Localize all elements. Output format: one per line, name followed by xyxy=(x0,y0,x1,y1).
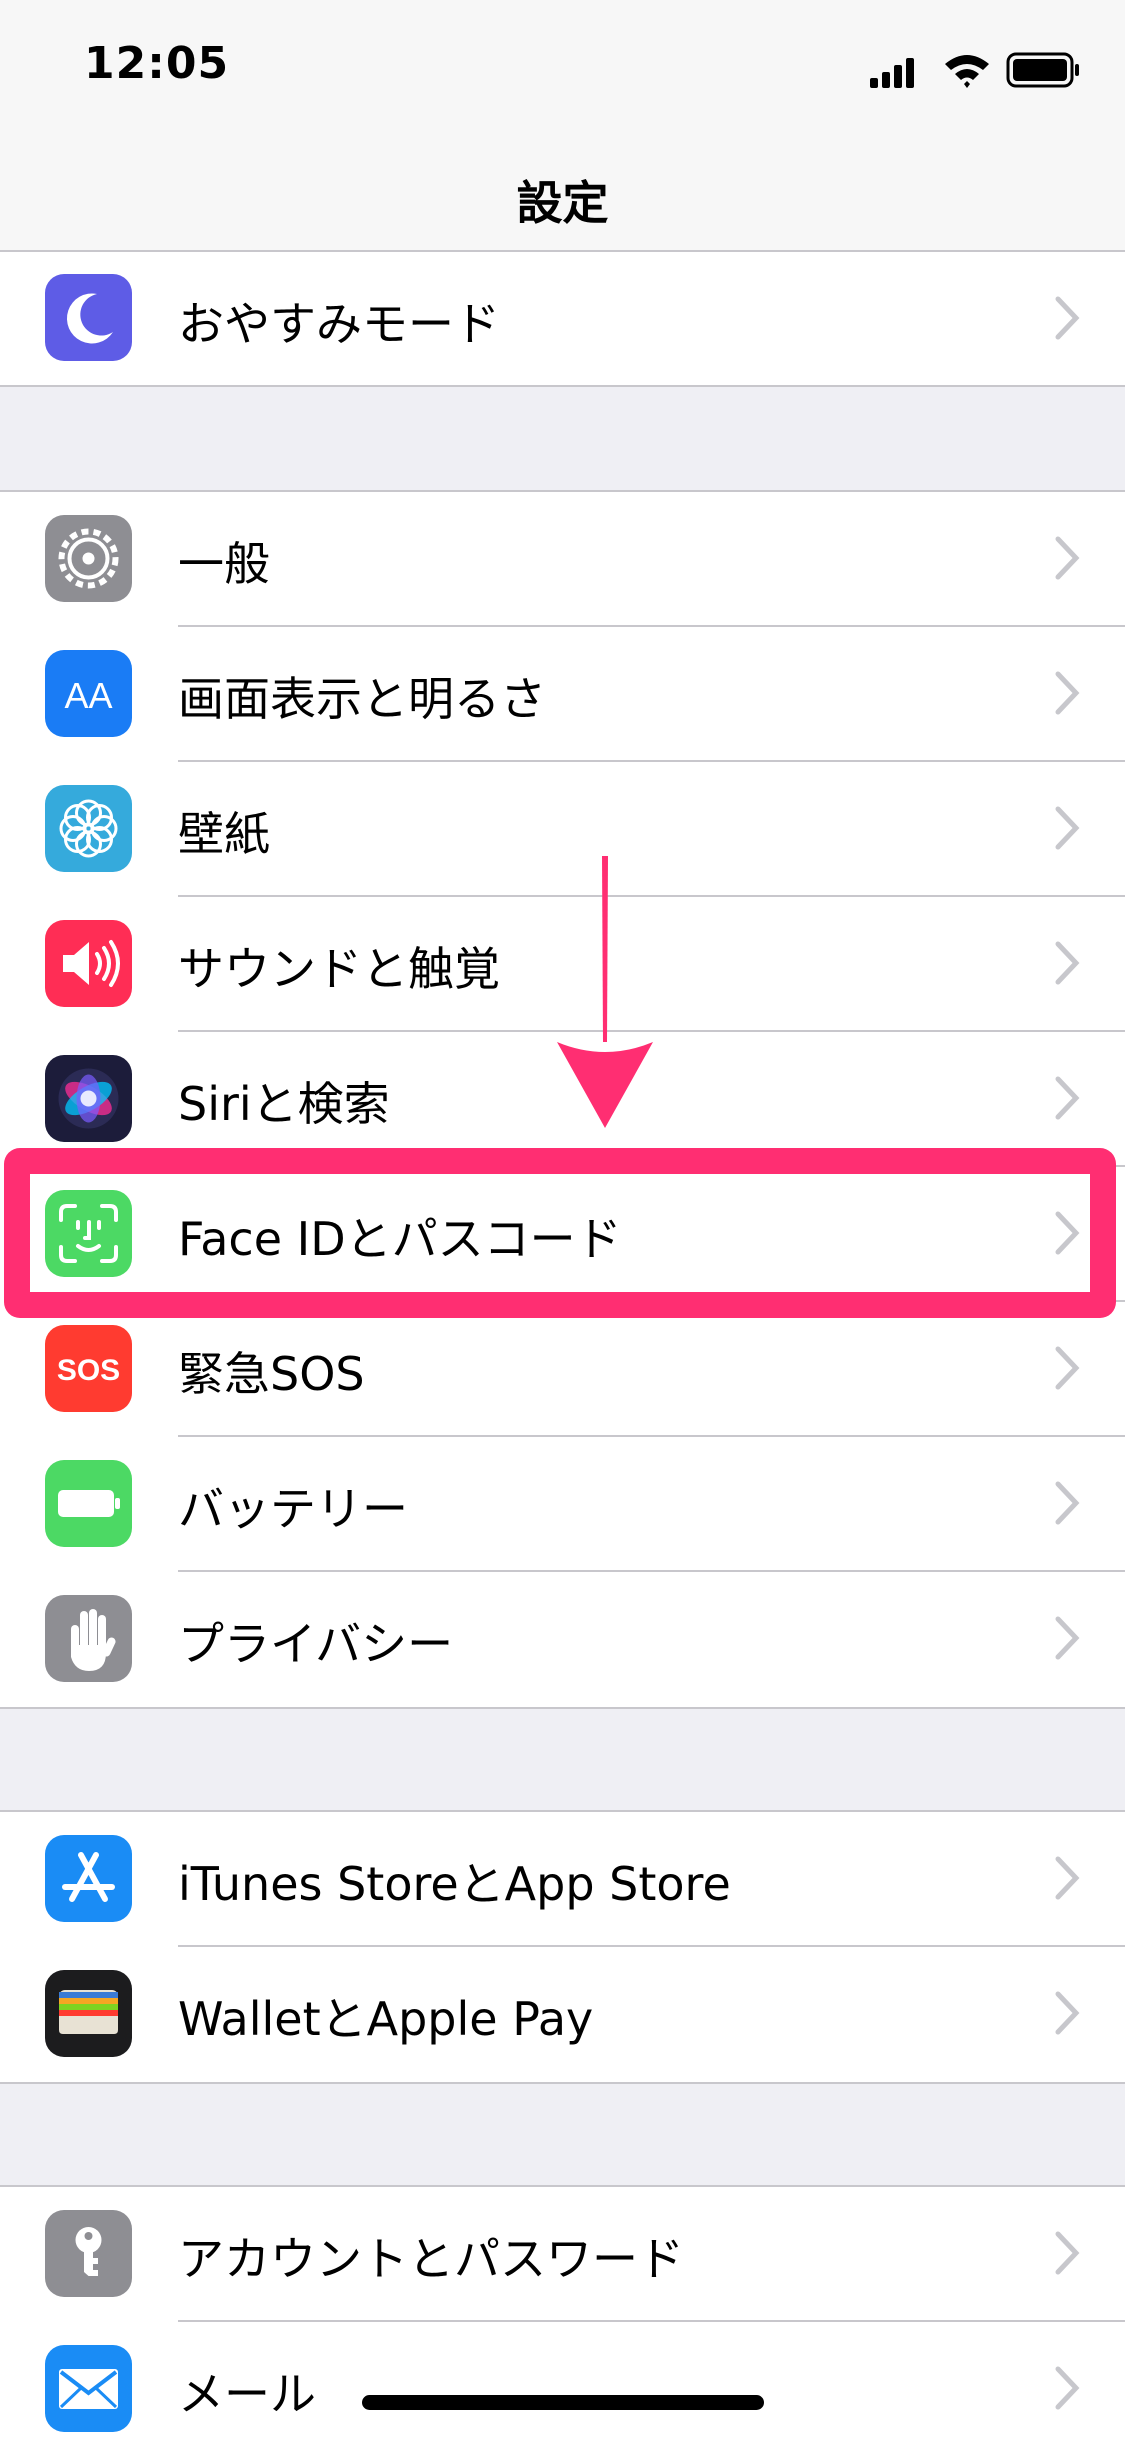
moon-icon xyxy=(45,274,132,361)
status-icons xyxy=(870,52,1079,88)
settings-row-battery[interactable]: バッテリー xyxy=(0,1437,1125,1572)
arrow-down-icon xyxy=(557,856,653,1128)
chevron-right-icon xyxy=(1055,1346,1080,1390)
settings-group-accounts: アカウントとパスワード メール xyxy=(0,2185,1125,2457)
face-id-icon xyxy=(45,1190,132,1277)
settings-row-wallet[interactable]: WalletとApple Pay xyxy=(0,1947,1125,2082)
hand-icon xyxy=(45,1595,132,1682)
wallpaper-flower-icon xyxy=(45,785,132,872)
row-label: おやすみモード xyxy=(178,297,500,351)
chevron-right-icon xyxy=(1055,1856,1080,1900)
row-label: Siriと検索 xyxy=(178,1077,390,1131)
chevron-right-icon xyxy=(1055,1211,1080,1255)
mail-icon xyxy=(45,2345,132,2432)
chevron-right-icon xyxy=(1055,2231,1080,2275)
chevron-right-icon xyxy=(1055,296,1080,340)
settings-group-store: iTunes StoreとApp Store WalletとApple Pay xyxy=(0,1810,1125,2084)
chevron-right-icon xyxy=(1055,1481,1080,1525)
settings-row-mail[interactable]: メール xyxy=(0,2322,1125,2457)
row-label: バッテリー xyxy=(178,1482,408,1536)
key-icon xyxy=(45,2210,132,2297)
status-time: 12:05 xyxy=(84,38,230,89)
navigation-bar: 設定 xyxy=(0,135,1125,267)
row-label: プライバシー xyxy=(178,1617,454,1671)
chevron-right-icon xyxy=(1055,671,1080,715)
app-store-icon xyxy=(45,1835,132,1922)
chevron-right-icon xyxy=(1055,1991,1080,2035)
chevron-right-icon xyxy=(1055,941,1080,985)
chevron-right-icon xyxy=(1055,1076,1080,1120)
settings-row-face-id[interactable]: Face IDとパスコード xyxy=(0,1167,1125,1302)
chevron-right-icon xyxy=(1055,1616,1080,1660)
row-label: WalletとApple Pay xyxy=(178,1992,594,2046)
row-label: アカウントとパスワード xyxy=(178,2232,684,2286)
row-label: iTunes StoreとApp Store xyxy=(178,1857,731,1911)
row-label: 壁紙 xyxy=(178,807,270,861)
settings-row-privacy[interactable]: プライバシー xyxy=(0,1572,1125,1707)
row-label: 一般 xyxy=(178,537,270,591)
chevron-right-icon xyxy=(1055,2366,1080,2410)
row-label: サウンドと触覚 xyxy=(178,942,500,996)
cellular-signal-icon xyxy=(870,58,914,88)
row-label: Face IDとパスコード xyxy=(178,1212,622,1266)
row-label: 画面表示と明るさ xyxy=(178,672,546,726)
status-bar: 12:05 xyxy=(0,0,1125,135)
display-brightness-icon: AA xyxy=(45,650,132,737)
settings-row-accounts[interactable]: アカウントとパスワード xyxy=(0,2187,1125,2322)
settings-group-focus: おやすみモード xyxy=(0,250,1125,387)
wifi-icon xyxy=(945,55,989,88)
speaker-icon xyxy=(45,920,132,1007)
settings-row-do-not-disturb[interactable]: おやすみモード xyxy=(0,252,1125,385)
gear-icon xyxy=(45,515,132,602)
sos-icon: SOS xyxy=(45,1325,132,1412)
settings-row-app-store[interactable]: iTunes StoreとApp Store xyxy=(0,1812,1125,1947)
settings-row-general[interactable]: 一般 xyxy=(0,492,1125,627)
row-label: メール xyxy=(178,2367,316,2421)
settings-row-display[interactable]: AA 画面表示と明るさ xyxy=(0,627,1125,762)
chevron-right-icon xyxy=(1055,806,1080,850)
battery-icon xyxy=(45,1460,132,1547)
svg-text:AA: AA xyxy=(64,675,112,716)
battery-icon xyxy=(1006,52,1079,88)
settings-row-emergency-sos[interactable]: SOS 緊急SOS xyxy=(0,1302,1125,1437)
wallet-icon xyxy=(45,1970,132,2057)
siri-icon xyxy=(45,1055,132,1142)
row-label: 緊急SOS xyxy=(178,1347,365,1401)
page-title: 設定 xyxy=(516,176,609,230)
home-indicator[interactable] xyxy=(362,2395,764,2410)
chevron-right-icon xyxy=(1055,536,1080,580)
svg-text:SOS: SOS xyxy=(57,1354,120,1387)
